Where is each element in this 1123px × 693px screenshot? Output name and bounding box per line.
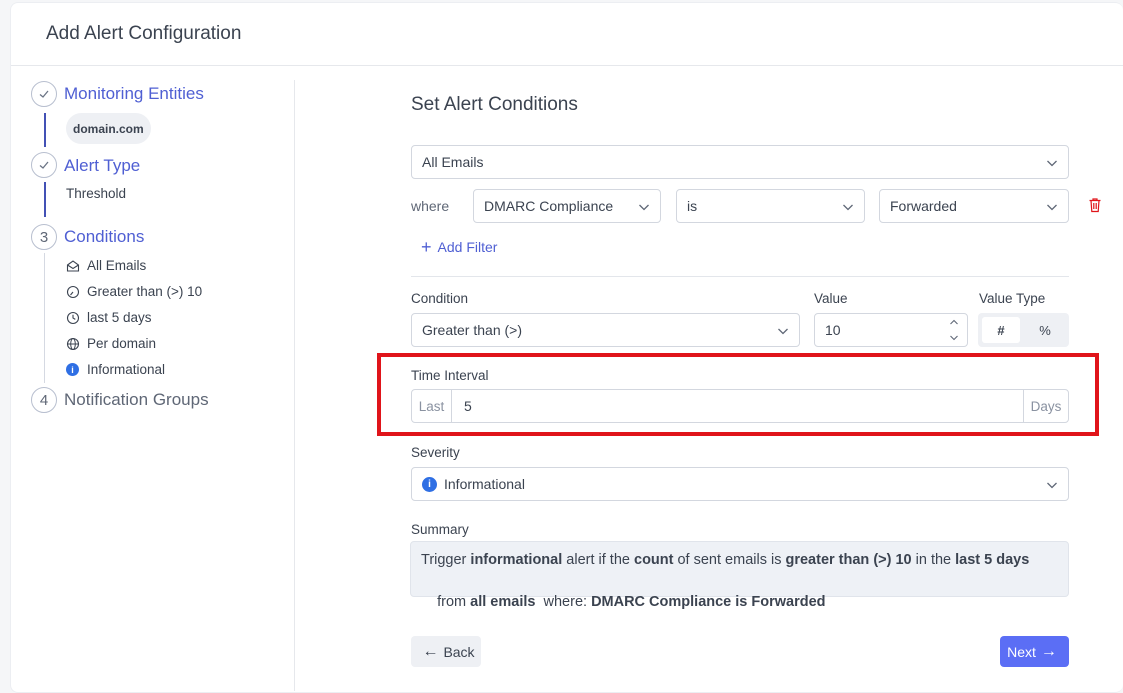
envelope-icon [66, 259, 80, 273]
info-icon: i [422, 476, 437, 492]
step-number-3: 3 [31, 224, 57, 250]
summary-fragment: Trigger [421, 552, 471, 568]
condition-select[interactable]: Greater than (>) [411, 313, 800, 347]
chevron-down-icon [778, 328, 788, 335]
step-connector [44, 253, 45, 383]
info-icon: i [66, 363, 79, 376]
step-notification-groups[interactable]: Notification Groups [64, 390, 209, 410]
condition-summary-item: last 5 days [66, 310, 152, 325]
panel-divider [294, 80, 295, 691]
page-title: Add Alert Configuration [46, 23, 242, 44]
condition-scope-text: All Emails [87, 258, 147, 273]
email-scope-select[interactable]: All Emails [411, 145, 1069, 179]
condition-severity-text: Informational [87, 362, 166, 377]
summary-fragment: of sent emails is [673, 552, 786, 568]
summary-metric: count [634, 552, 674, 568]
summary-severity: informational [470, 552, 563, 568]
step-connector [44, 113, 46, 147]
condition-threshold-text: Greater than (>) 10 [87, 284, 203, 299]
summary-fragment: in the [911, 552, 956, 568]
condition-summary-item: All Emails [66, 258, 146, 273]
condition-label: Condition [411, 291, 469, 306]
chevron-down-icon [843, 204, 853, 211]
severity-select[interactable]: i Informational [411, 467, 1069, 501]
condition-summary-item: Per domain [66, 336, 156, 351]
filter-value-select[interactable]: Forwarded [879, 189, 1069, 223]
arrow-right-icon: → [1040, 642, 1057, 660]
step-alert-type[interactable]: Alert Type [64, 156, 140, 176]
filter-field-value: DMARC Compliance [484, 198, 614, 214]
section-divider [411, 276, 1069, 277]
filter-operator-value: is [687, 198, 698, 214]
summary-interval: last 5 days [955, 552, 1030, 568]
condition-grouping-text: Per domain [87, 336, 157, 351]
value-number-text: 10 [825, 322, 841, 338]
highlight-box [377, 353, 1099, 436]
condition-summary-item: Greater than (>) 10 [66, 284, 202, 299]
summary-fragment: alert if the [562, 552, 634, 568]
globe-icon [66, 337, 80, 351]
value-number-input[interactable]: 10 [814, 313, 968, 347]
value-type-count-option[interactable]: # [982, 317, 1020, 343]
value-label: Value [814, 291, 848, 306]
step-monitoring-entities[interactable]: Monitoring Entities [64, 84, 204, 104]
where-label: where [411, 198, 450, 214]
summary-threshold: greater than (>) 10 [785, 552, 912, 568]
add-filter-button[interactable]: + Add Filter [421, 237, 498, 257]
summary-line-1: Trigger informational alert if the count… [421, 550, 1058, 571]
condition-summary-item: i Informational [66, 362, 165, 377]
filter-value-value: Forwarded [890, 198, 957, 214]
gauge-icon [66, 285, 80, 299]
domain-chip: domain.com [66, 113, 151, 144]
summary-scope: all emails [470, 594, 536, 610]
back-label: Back [443, 643, 475, 660]
clock-icon [66, 311, 80, 325]
email-scope-value: All Emails [422, 154, 484, 170]
chevron-down-icon [639, 204, 649, 211]
title-divider [11, 65, 1123, 66]
trash-icon[interactable] [1088, 197, 1102, 213]
section-title: Set Alert Conditions [411, 94, 578, 115]
summary-label: Summary [411, 522, 469, 537]
alert-type-value: Threshold [66, 186, 127, 201]
value-type-percent-option[interactable]: % [1026, 317, 1064, 343]
step-done-check-icon [31, 152, 57, 178]
value-type-toggle: # % [978, 313, 1069, 347]
summary-filter: DMARC Compliance is Forwarded [591, 594, 826, 610]
summary-text: Trigger informational alert if the count… [410, 541, 1069, 610]
summary-fragment: where: [535, 594, 592, 610]
severity-value: Informational [444, 476, 525, 492]
condition-interval-text: last 5 days [87, 310, 152, 325]
step-done-check-icon [31, 81, 57, 107]
plus-icon: + [421, 237, 432, 257]
chevron-down-icon [1047, 160, 1057, 167]
number-spinner-icon[interactable] [949, 317, 959, 343]
value-type-label: Value Type [979, 291, 1046, 306]
chevron-down-icon [1047, 204, 1057, 211]
severity-label: Severity [411, 445, 460, 460]
next-button[interactable]: Next → [1000, 636, 1069, 667]
arrow-left-icon: ← [422, 642, 439, 660]
filter-operator-select[interactable]: is [676, 189, 865, 223]
summary-line-2: from all emails where: DMARC Compliance … [421, 571, 1058, 634]
step-connector [44, 182, 46, 217]
chevron-down-icon [1047, 482, 1057, 489]
next-label: Next [1007, 643, 1036, 660]
filter-field-select[interactable]: DMARC Compliance [473, 189, 661, 223]
step-number-4: 4 [31, 387, 57, 413]
back-button[interactable]: ← Back [411, 636, 481, 667]
condition-value: Greater than (>) [422, 322, 522, 338]
add-filter-label: Add Filter [437, 239, 498, 255]
summary-fragment: from [437, 594, 471, 610]
step-conditions[interactable]: Conditions [64, 227, 144, 247]
